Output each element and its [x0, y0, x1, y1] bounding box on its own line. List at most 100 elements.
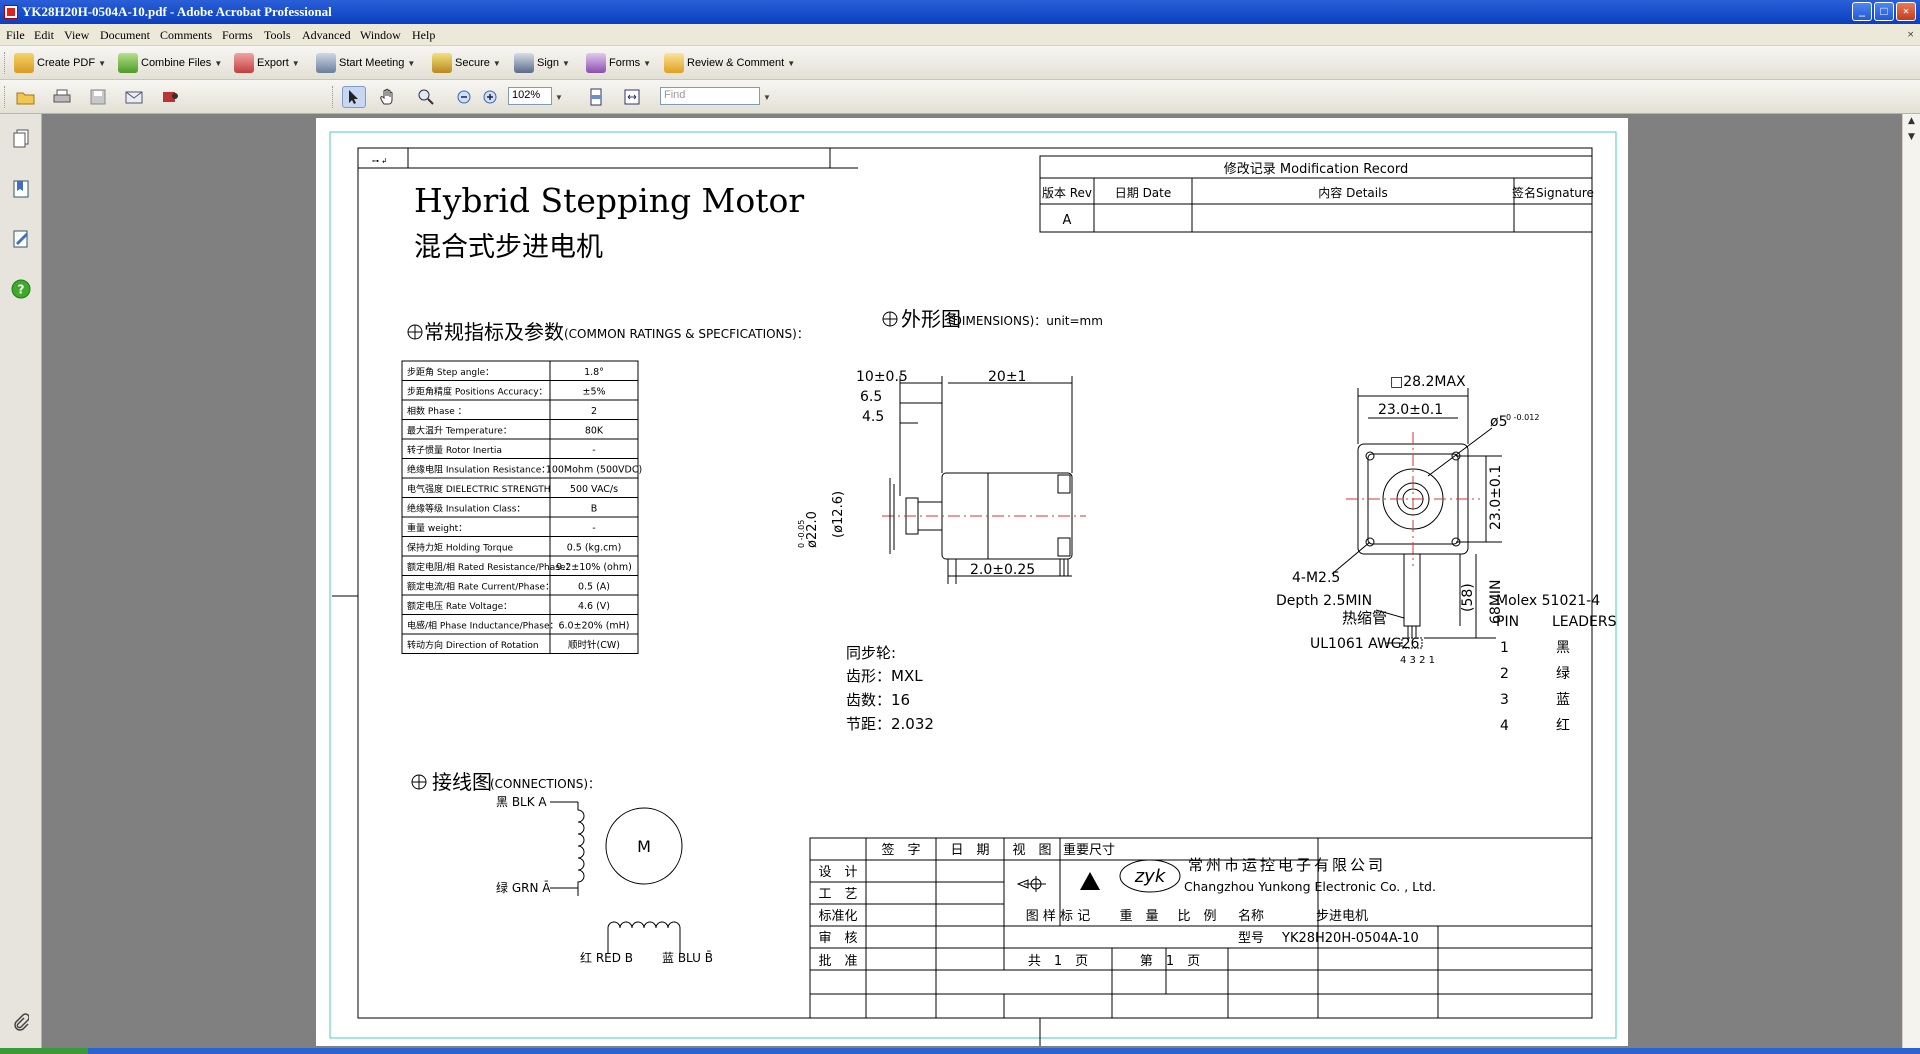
start-meeting-button[interactable]: Start Meeting ▼: [316, 51, 415, 75]
pages-icon[interactable]: [10, 128, 32, 150]
spec-value: -: [592, 523, 595, 534]
close-button[interactable]: ×: [1896, 2, 1916, 21]
zoom-tool-icon[interactable]: [414, 86, 438, 108]
menu-tools[interactable]: Tools: [264, 28, 291, 43]
toolbar-grip[interactable]: [4, 86, 8, 108]
forms-button[interactable]: Forms ▼: [586, 51, 651, 75]
company-name-en: Changzhou Yunkong Electronic Co. , Ltd.: [1184, 879, 1436, 894]
menu-view[interactable]: View: [64, 28, 89, 43]
hand-tool-icon[interactable]: [376, 86, 400, 108]
svg-text:重要尺寸: 重要尺寸: [1063, 842, 1115, 858]
document-viewport[interactable]: ⊶ ↲ Hybrid Stepping Motor 混合式步进电机 修改记录 M…: [42, 114, 1902, 1048]
spec-value: 4.6 (V): [578, 601, 610, 612]
spec-value: 顺时针(CW): [568, 639, 620, 651]
company-name-cn: 常州市运控电子有限公司: [1188, 856, 1386, 874]
scroll-up-arrow-icon[interactable]: ▲: [1905, 116, 1918, 129]
select-tool-icon[interactable]: [342, 86, 366, 108]
zoom-level-input[interactable]: 102%: [508, 87, 552, 105]
export-label: Export: [257, 57, 289, 69]
wire-label: UL1061 AWG26: [1310, 636, 1420, 652]
svg-text:日 期: 日 期: [950, 843, 989, 858]
find-input[interactable]: Find: [660, 87, 760, 105]
bookmarks-icon[interactable]: [10, 178, 32, 200]
svg-text:接线图: 接线图: [432, 770, 492, 794]
scroll-down-arrow-icon[interactable]: ▼: [1905, 132, 1918, 145]
zoom-out-icon[interactable]: [452, 86, 476, 108]
review-comment-button[interactable]: Review & Comment ▼: [664, 51, 795, 75]
grn-label: 绿 GRN Ā: [496, 880, 551, 895]
toolbar-grip[interactable]: [4, 52, 8, 74]
title-cn: 混合式步进电机: [414, 232, 603, 263]
svg-text:节距：2.032: 节距：2.032: [846, 715, 934, 733]
wiring-diagram: [550, 801, 683, 954]
fit-width-icon[interactable]: [620, 86, 644, 108]
print-icon[interactable]: [50, 86, 74, 108]
svg-text:批 准: 批 准: [818, 954, 857, 969]
svg-text:同步轮:: 同步轮:: [846, 644, 896, 662]
forms-label: Forms: [609, 57, 641, 69]
menu-advanced[interactable]: Advanced: [302, 28, 351, 43]
spec-label: 相数 Phase ：: [407, 405, 467, 417]
dim-dia-22: ø22.0: [805, 511, 820, 548]
menu-window[interactable]: Window: [360, 28, 401, 43]
dim-10: 10±0.5: [856, 369, 908, 385]
spec-label: 转子惯量 Rotor Inertia: [407, 444, 502, 456]
start-button[interactable]: [0, 1048, 88, 1054]
minimize-button[interactable]: _: [1852, 2, 1872, 21]
modification-record-table: 修改记录 Modification Record 版本 Rev 日期 Date …: [1039, 155, 1594, 233]
sign-button[interactable]: Sign ▼: [514, 51, 570, 75]
svg-text:Molex 51021-4: Molex 51021-4: [1496, 593, 1600, 609]
maximize-button[interactable]: □: [1874, 2, 1894, 21]
title-bar: YK28H20H-0504A-10.pdf - Adobe Acrobat Pr…: [0, 0, 1920, 24]
create-pdf-button[interactable]: Create PDF ▼: [14, 51, 106, 75]
menu-forms[interactable]: Forms: [222, 28, 253, 43]
spec-value: 2: [591, 406, 597, 417]
open-folder-icon[interactable]: [14, 86, 38, 108]
menu-comments[interactable]: Comments: [160, 28, 212, 43]
svg-text:设 计: 设 计: [818, 865, 857, 880]
important-dimension-triangle-icon: [1080, 872, 1100, 890]
menu-document[interactable]: Document: [100, 28, 150, 43]
dim-shaft: ø5: [1490, 414, 1507, 430]
fit-page-icon[interactable]: [584, 86, 608, 108]
spec-label: 转动方向 Direction of Rotation: [407, 639, 539, 651]
attachments-paperclip-icon[interactable]: [10, 1012, 32, 1034]
spec-label: 额定电压 Rate Voltage：: [407, 600, 512, 612]
chevron-down-icon: ▼: [98, 58, 106, 68]
svg-text:重 量: 重 量: [1119, 908, 1158, 924]
dim-hole-vertical: 23.0±0.1: [1488, 465, 1504, 530]
find-dropdown-chevron-icon[interactable]: ▼: [760, 86, 774, 108]
mod-record-header: 修改记录 Modification Record: [1224, 162, 1408, 177]
file-toolbar: 102% ▼ Find ▼: [0, 80, 1920, 114]
spec-value: 500 VAC/s: [570, 484, 618, 495]
help-icon[interactable]: ?: [10, 278, 32, 300]
dim-20: 20±1: [988, 369, 1026, 385]
acrobat-app-icon: [4, 5, 18, 19]
svg-text:YK28H20H-0504A-10: YK28H20H-0504A-10: [1281, 931, 1419, 946]
zoom-dropdown-chevron-icon[interactable]: ▼: [552, 86, 566, 108]
export-button[interactable]: Export ▼: [234, 51, 300, 75]
svg-text:齿数：16: 齿数：16: [846, 691, 910, 709]
col-date: 日期 Date: [1115, 186, 1172, 200]
col-signature: 签名Signature: [1512, 185, 1594, 200]
molex-pin-table: Molex 51021-4 PIN LEADERS 1 黑 2 绿 3 蓝 4 …: [1496, 593, 1617, 734]
chevron-down-icon: ▼: [562, 58, 570, 68]
email-icon[interactable]: [122, 86, 146, 108]
vertical-scrollbar[interactable]: ▲ ▼: [1902, 114, 1920, 1048]
zoom-in-icon[interactable]: [478, 86, 502, 108]
col-details: 内容 Details: [1318, 185, 1387, 200]
save-icon[interactable]: [86, 86, 110, 108]
secure-button[interactable]: Secure ▼: [432, 51, 501, 75]
chevron-down-icon: ▼: [492, 58, 501, 68]
spec-label: 保持力矩 Holding Torque: [407, 542, 514, 554]
organizer-icon[interactable]: [158, 86, 182, 108]
signatures-icon[interactable]: [10, 228, 32, 250]
document-close-button[interactable]: ×: [1907, 27, 1914, 42]
menu-help[interactable]: Help: [412, 28, 435, 43]
toolbar-grip[interactable]: [332, 86, 336, 108]
menu-file[interactable]: File: [6, 28, 25, 43]
combine-files-button[interactable]: Combine Files ▼: [118, 51, 222, 75]
menu-edit[interactable]: Edit: [34, 28, 54, 43]
specs-heading: 常规指标及参数 (COMMON RATINGS & SPECFICATIONS)…: [407, 320, 809, 344]
title-en: Hybrid Stepping Motor: [414, 181, 804, 220]
